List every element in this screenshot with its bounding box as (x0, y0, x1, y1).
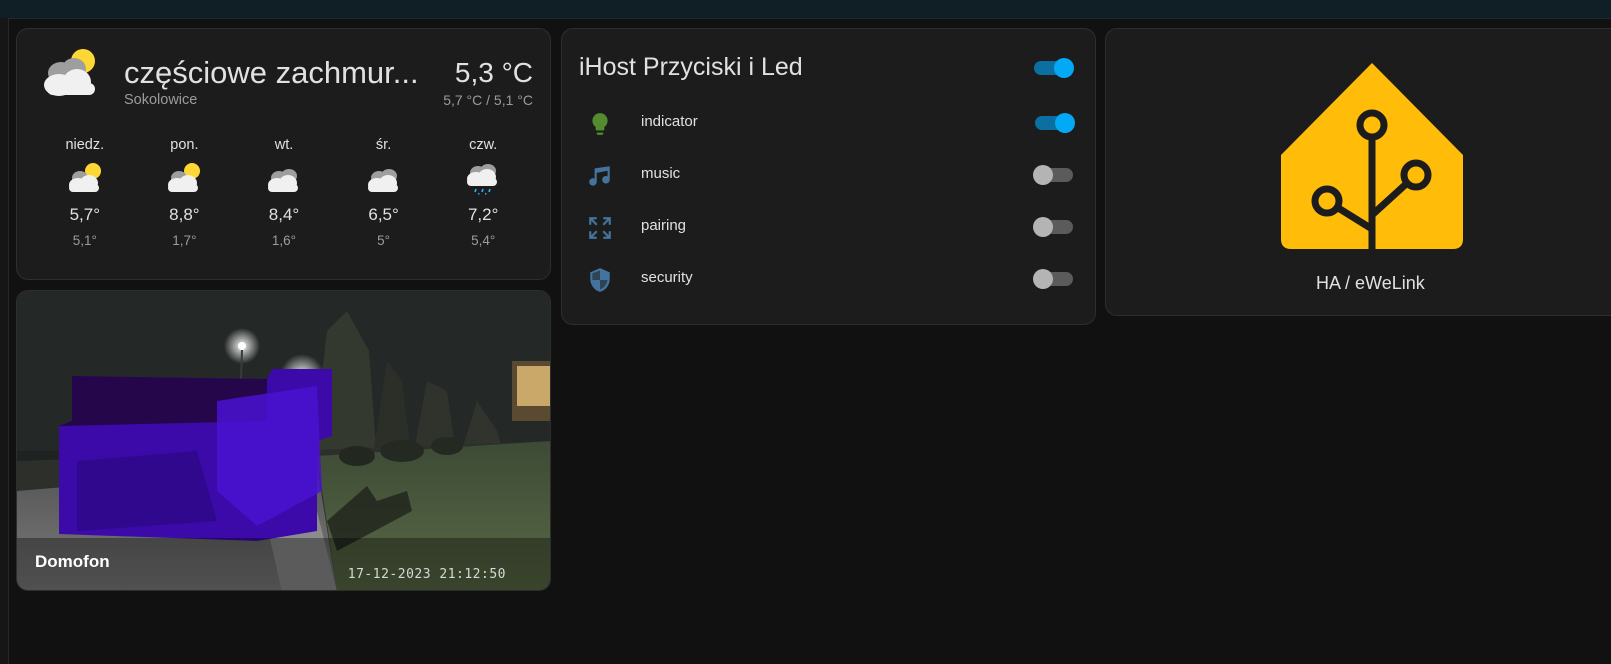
top-bar (0, 0, 1611, 19)
entity-row-pairing[interactable]: pairing (562, 202, 1095, 252)
forecast-high: 8,8° (169, 205, 200, 224)
ihost-entities-card: iHost Przyciski i Led indicator music pa… (561, 28, 1096, 325)
master-toggle[interactable] (1032, 53, 1074, 83)
partly-cloudy-icon (44, 49, 95, 96)
entity-label: pairing (641, 217, 687, 234)
forecast-day-name: pon. (170, 137, 199, 153)
indicator-toggle[interactable] (1033, 108, 1075, 138)
lightbulb-icon (592, 113, 608, 135)
pairing-arrows-icon (589, 217, 611, 239)
weather-condition: częściowe zachmur... (124, 55, 419, 90)
forecast-high: 6,5° (368, 205, 399, 224)
entity-row-indicator[interactable]: indicator (562, 98, 1095, 148)
forecast-high: 5,7° (69, 205, 101, 224)
home-assistant-logo (1281, 63, 1463, 249)
music-note-icon (589, 166, 610, 186)
temperature-range: 5,7 °C / 5,1 °C (443, 92, 533, 108)
forecast-day-name: śr. (375, 137, 392, 153)
current-temperature: 5,3 °C (454, 57, 533, 88)
forecast-day-name: niedz. (65, 137, 105, 153)
forecast-day: niedz. 5,7° 5,1° (35, 137, 135, 248)
sidebar-edge (0, 18, 9, 664)
security-toggle[interactable] (1033, 264, 1075, 294)
music-toggle[interactable] (1033, 160, 1075, 190)
weather-location: Sokolowice (124, 92, 198, 108)
forecast-high: 7,2° (467, 205, 499, 224)
forecast-low: 5,4° (471, 233, 496, 248)
cloudy-icon (367, 169, 398, 192)
camera-name: Domofon (35, 552, 110, 571)
ha-ewelink-card[interactable]: HA / eWeLink (1105, 28, 1611, 316)
entity-label: security (641, 269, 693, 286)
ha-card-name: HA / eWeLink (1316, 273, 1425, 293)
entity-label: music (641, 165, 681, 182)
partly-cloudy-icon (68, 163, 101, 192)
forecast-low: 1,7° (172, 233, 197, 248)
forecast-low: 1,6° (271, 233, 297, 248)
forecast-low: 5,1° (72, 233, 97, 248)
partly-cloudy-icon (168, 163, 201, 192)
card-title: iHost Przyciski i Led (579, 53, 803, 81)
forecast-low: 5° (377, 233, 391, 248)
forecast-day: wt. 8,4° 1,6° (234, 137, 334, 248)
entity-label: indicator (641, 113, 698, 130)
rainy-icon (467, 164, 498, 195)
weather-card[interactable]: częściowe zachmur... Sokolowice 5,3 °C 5… (16, 28, 551, 280)
forecast-day: czw. 7,2° 5,4° (433, 137, 533, 248)
shield-icon (590, 268, 610, 292)
camera-card[interactable]: Domofon 17-12-2023 21:12:50 (16, 290, 551, 591)
cloudy-icon (267, 169, 298, 192)
forecast-day: pon. 8,8° 1,7° (135, 137, 235, 248)
forecast-day-name: czw. (469, 137, 498, 153)
forecast-high: 8,4° (268, 205, 300, 224)
entity-row-music[interactable]: music (562, 150, 1095, 200)
entity-row-security[interactable]: security (562, 254, 1095, 304)
forecast-day: śr. 6,5° 5° (334, 137, 434, 248)
forecast-row: niedz. 5,7° 5,1° pon. 8,8° 1,7° wt. 8,4°… (35, 137, 533, 248)
camera-timestamp: 17-12-2023 21:12:50 (347, 567, 506, 582)
pairing-toggle[interactable] (1033, 212, 1075, 242)
forecast-day-name: wt. (274, 137, 294, 153)
